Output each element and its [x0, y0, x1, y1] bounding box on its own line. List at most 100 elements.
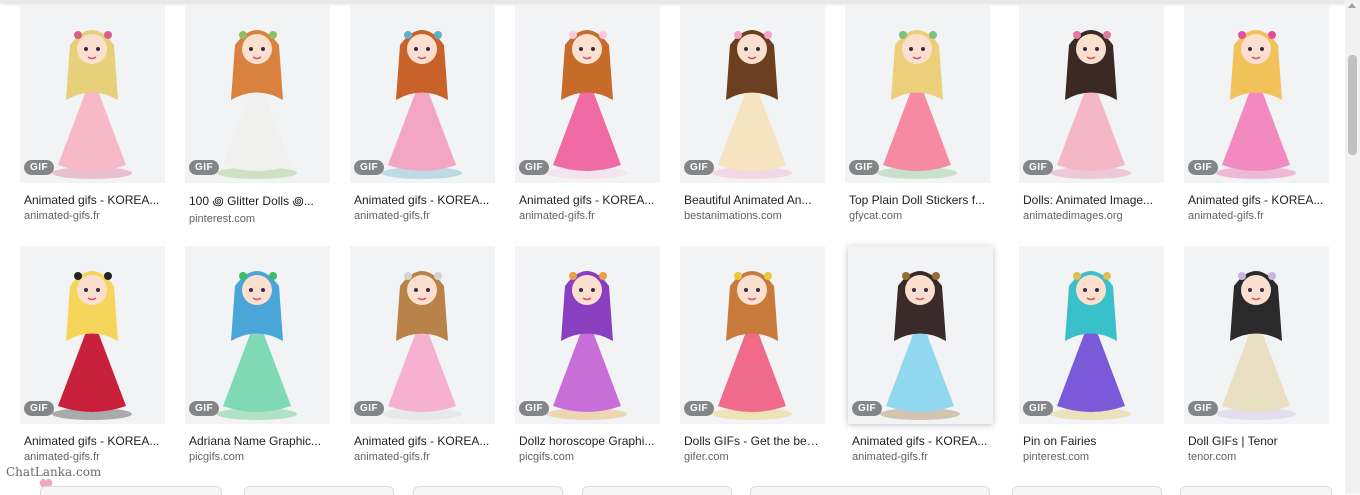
doll-couple-image: [712, 271, 792, 420]
result-source[interactable]: animated-gifs.fr: [20, 451, 162, 463]
doll-umbrella-gown-image: [1051, 30, 1131, 179]
result-thumbnail[interactable]: GIF: [20, 5, 165, 183]
doll-harp-image: [382, 30, 462, 179]
scroll-up-icon[interactable]: [1348, 3, 1356, 8]
top-toolbar-edge: [0, 0, 1345, 3]
vertical-scrollbar[interactable]: [1345, 0, 1360, 494]
result-title[interactable]: Beautiful Animated An...: [680, 193, 822, 207]
result-source[interactable]: animated-gifs.fr: [20, 210, 162, 222]
result-thumbnail[interactable]: GIF: [515, 246, 660, 424]
doll-table-image: [382, 271, 462, 420]
watermark-text: ChatLanka.com: [6, 465, 102, 479]
result-source[interactable]: animatedimages.org: [1019, 210, 1161, 222]
gif-badge: GIF: [189, 401, 220, 416]
doll-angel-image: [712, 30, 792, 179]
image-result-card[interactable]: GIF Animated gifs - KOREA... animated-gifs…: [350, 5, 495, 222]
result-source[interactable]: picgifs.com: [515, 451, 657, 463]
result-thumbnail[interactable]: GIF: [515, 5, 660, 183]
result-source[interactable]: pinterest.com: [1019, 451, 1161, 463]
result-title[interactable]: Dolls: Animated Image...: [1019, 193, 1161, 207]
result-title[interactable]: Animated gifs - KOREA...: [350, 193, 492, 207]
result-source[interactable]: bestanimations.com: [680, 210, 822, 222]
gif-badge: GIF: [519, 401, 550, 416]
result-source[interactable]: gifer.com: [680, 451, 822, 463]
doll-pink-curly-image: [547, 30, 627, 179]
gif-badge: GIF: [354, 401, 385, 416]
gif-badge: GIF: [849, 160, 880, 175]
result-thumbnail[interactable]: GIF: [848, 246, 993, 424]
result-thumbnail[interactable]: GIF: [1184, 5, 1329, 183]
gif-badge: GIF: [24, 401, 55, 416]
image-result-card[interactable]: GIF Animated gifs - KOREA... animated-gifs…: [350, 246, 495, 463]
result-title[interactable]: Top Plain Doll Stickers f...: [845, 193, 987, 207]
gif-badge: GIF: [1188, 401, 1219, 416]
result-title[interactable]: Adriana Name Graphic...: [185, 434, 327, 448]
doll-swing-image: [880, 271, 960, 420]
image-result-card[interactable]: GIF Dolls GIFs - Get the bes... gifer.com: [680, 246, 825, 463]
result-title[interactable]: Dolls GIFs - Get the bes...: [680, 434, 822, 448]
image-result-card[interactable]: GIF Beautiful Animated An... bestanimation…: [680, 5, 825, 222]
image-result-card[interactable]: GIF Animated gifs - KOREA... animated-gifs…: [515, 5, 660, 222]
image-result-card[interactable]: GIF Dollz horoscope Graphi... picgifs.com: [515, 246, 660, 463]
result-thumbnail[interactable]: GIF: [1184, 246, 1329, 424]
image-result-card[interactable]: GIF Animated gifs - KOREA... animated-gifs…: [20, 246, 165, 463]
gif-badge: GIF: [354, 160, 385, 175]
result-source[interactable]: animated-gifs.fr: [350, 451, 492, 463]
result-title[interactable]: Animated gifs - KOREA...: [515, 193, 657, 207]
doll-fairy-tree-image: [52, 30, 132, 179]
doll-purple-zodiac-image: [547, 271, 627, 420]
result-source[interactable]: animated-gifs.fr: [848, 451, 990, 463]
doll-white-gown-image: [217, 30, 297, 179]
result-title[interactable]: Animated gifs - KOREA...: [848, 434, 990, 448]
doll-fairy-wings-image: [1051, 271, 1131, 420]
result-thumbnail[interactable]: GIF: [680, 5, 825, 183]
image-result-card[interactable]: GIF Pin on Fairies pinterest.com: [1019, 246, 1164, 463]
result-title[interactable]: Dollz horoscope Graphi...: [515, 434, 657, 448]
gif-badge: GIF: [189, 160, 220, 175]
result-title[interactable]: Doll GIFs | Tenor: [1184, 434, 1326, 448]
gif-badge: GIF: [1023, 160, 1054, 175]
result-source[interactable]: gfycat.com: [845, 210, 987, 222]
result-source[interactable]: animated-gifs.fr: [1184, 210, 1326, 222]
result-source[interactable]: animated-gifs.fr: [350, 210, 492, 222]
image-result-card[interactable]: GIF Dolls: Animated Image... animatedimage…: [1019, 5, 1164, 222]
doll-blue-hair-image: [217, 271, 297, 420]
doll-parasol-image: [1216, 271, 1296, 420]
result-title[interactable]: Pin on Fairies: [1019, 434, 1161, 448]
image-result-card[interactable]: GIF Animated gifs - KOREA... animated-gifs…: [20, 5, 165, 222]
image-result-card[interactable]: GIF Animated gifs - KOREA... animated-gifs…: [848, 246, 993, 463]
result-thumbnail[interactable]: GIF: [1019, 246, 1164, 424]
result-thumbnail[interactable]: GIF: [350, 5, 495, 183]
gif-badge: GIF: [684, 401, 715, 416]
result-thumbnail[interactable]: GIF: [845, 5, 990, 183]
gif-badge: GIF: [24, 160, 55, 175]
result-source[interactable]: tenor.com: [1184, 451, 1326, 463]
image-result-card[interactable]: GIF 100 ꩜ Glitter Dolls ꩜... pinterest.com: [185, 5, 330, 225]
result-thumbnail[interactable]: GIF: [185, 5, 330, 183]
result-thumbnail[interactable]: GIF: [680, 246, 825, 424]
result-source[interactable]: animated-gifs.fr: [515, 210, 657, 222]
image-result-card[interactable]: GIF Animated gifs - KOREA... animated-gifs…: [1184, 5, 1329, 222]
result-title[interactable]: Animated gifs - KOREA...: [20, 434, 162, 448]
result-title[interactable]: Animated gifs - KOREA...: [20, 193, 162, 207]
result-title[interactable]: Animated gifs - KOREA...: [1184, 193, 1326, 207]
result-source[interactable]: pinterest.com: [185, 213, 327, 225]
result-thumbnail[interactable]: GIF: [1019, 5, 1164, 183]
image-result-card[interactable]: GIF Doll GIFs | Tenor tenor.com: [1184, 246, 1329, 463]
gif-badge: GIF: [852, 401, 883, 416]
result-source[interactable]: picgifs.com: [185, 451, 327, 463]
gif-badge: GIF: [519, 160, 550, 175]
gif-badge: GIF: [1023, 401, 1054, 416]
scrollbar-thumb[interactable]: [1348, 55, 1357, 155]
gif-badge: GIF: [1188, 160, 1219, 175]
image-result-card[interactable]: GIF Top Plain Doll Stickers f... gfycat.co…: [845, 5, 990, 222]
result-thumbnail[interactable]: GIF: [185, 246, 330, 424]
result-title[interactable]: 100 ꩜ Glitter Dolls ꩜...: [185, 193, 327, 210]
result-thumbnail[interactable]: GIF: [350, 246, 495, 424]
gif-badge: GIF: [684, 160, 715, 175]
doll-blonde-bench-image: [877, 30, 957, 179]
result-title[interactable]: Animated gifs - KOREA...: [350, 434, 492, 448]
result-thumbnail[interactable]: GIF: [20, 246, 165, 424]
doll-lamp-chair-image: [1216, 30, 1296, 179]
image-result-card[interactable]: GIF Adriana Name Graphic... picgifs.com: [185, 246, 330, 463]
